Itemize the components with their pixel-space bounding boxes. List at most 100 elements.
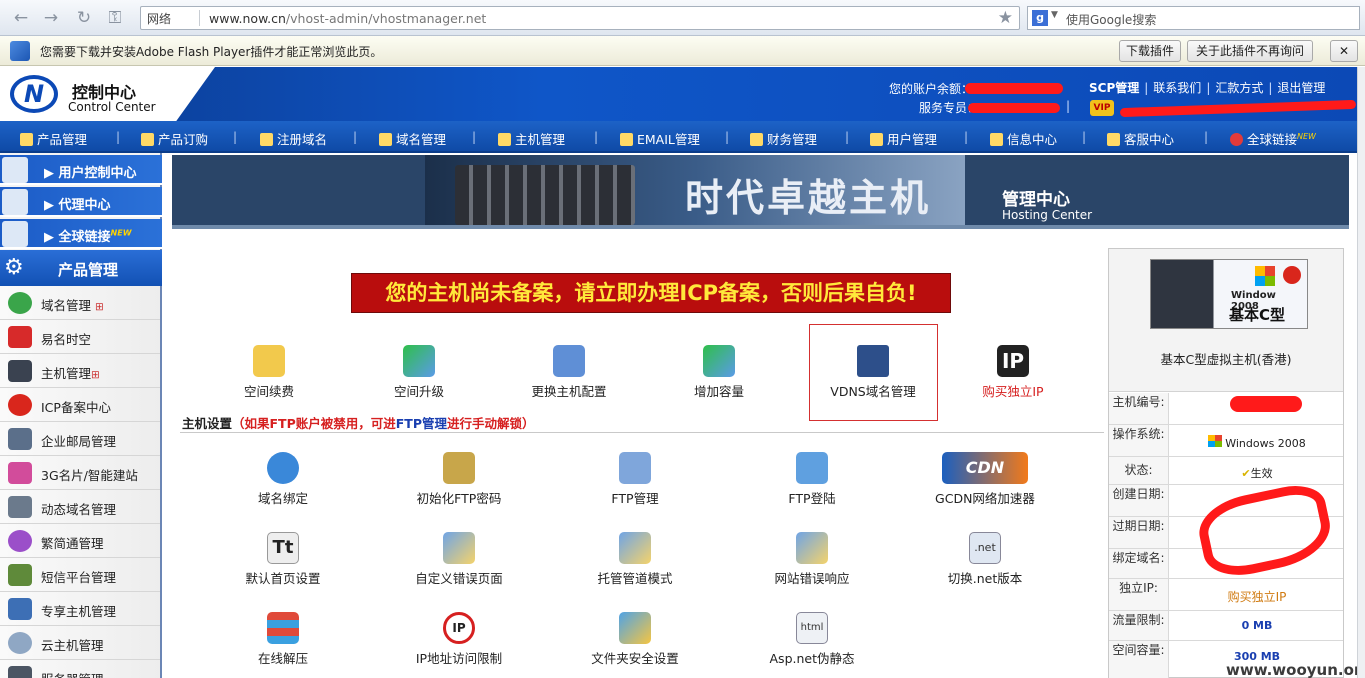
sidebar-global-links[interactable]: ▶ 全球链接NEW xyxy=(0,219,162,249)
add-capacity-button[interactable]: 增加容量 xyxy=(654,345,784,400)
separator: | xyxy=(1204,130,1209,144)
download-plugin-button[interactable]: 下载插件 xyxy=(1119,40,1181,62)
balance-label: 您的账户余额： xyxy=(889,82,974,96)
ip-restrict-button[interactable]: IP IP地址访问限制 xyxy=(394,612,524,667)
default-page-button[interactable]: Tt 默认首页设置 xyxy=(218,532,348,587)
change-config-button[interactable]: 更换主机配置 xyxy=(504,345,634,400)
nav-info-center[interactable]: 信息中心 xyxy=(990,129,1057,148)
cdn-icon: CDN xyxy=(942,452,1028,484)
network-icon xyxy=(8,496,32,518)
nav-register-domain[interactable]: 注册域名 xyxy=(260,129,327,148)
logo-icon: N xyxy=(10,75,58,113)
search-box[interactable]: g ▼ 使用Google搜索 xyxy=(1027,6,1360,30)
separator: | xyxy=(964,130,969,144)
sidebar-item-ddns[interactable]: 动态域名管理 xyxy=(0,490,160,524)
search-input[interactable]: 使用Google搜索 xyxy=(1066,11,1156,28)
nav-product-order[interactable]: 产品订购 xyxy=(141,129,208,148)
reload-icon[interactable]: ↻ xyxy=(73,7,95,29)
banner-base xyxy=(172,225,1349,229)
new-badge: NEW xyxy=(1297,131,1316,141)
nav-finance-manage[interactable]: 财务管理 xyxy=(750,129,817,148)
sidebar-item-fanjian[interactable]: 繁简通管理 xyxy=(0,524,160,558)
vdns-manage-button[interactable]: VDNS域名管理 xyxy=(808,345,938,400)
upgrade-space-button[interactable]: 空间升级 xyxy=(354,345,484,400)
ftp-manage-button[interactable]: FTP管理 xyxy=(570,452,700,507)
star-icon[interactable]: ★ xyxy=(998,8,1013,28)
status-value: 生效 xyxy=(1250,467,1273,480)
scrollbar[interactable] xyxy=(1357,67,1365,678)
nav-product-manage[interactable]: 产品管理 xyxy=(20,129,87,148)
sidebar-item-host[interactable]: 主机管理⊞ xyxy=(0,354,160,388)
sidebar-item-dedicated[interactable]: 专享主机管理 xyxy=(0,592,160,626)
dropdown-icon[interactable]: ▼ xyxy=(1051,10,1058,20)
remit-link[interactable]: 汇款方式 xyxy=(1215,81,1263,95)
user-icon xyxy=(2,157,28,183)
action-label: 购买独立IP xyxy=(982,384,1044,399)
custom-error-page-button[interactable]: 自定义错误页面 xyxy=(394,532,524,587)
emblem-icon xyxy=(8,394,32,416)
ftp-login-button[interactable]: FTP登陆 xyxy=(747,452,877,507)
badge-type: 基本C型 xyxy=(1229,306,1286,324)
close-icon[interactable]: ✕ xyxy=(1330,40,1358,62)
globe-icon xyxy=(8,292,32,314)
icp-warning: 您的主机尚未备案，请立即办理ICP备案，否则后果自负! xyxy=(351,273,951,313)
host-icon xyxy=(8,598,32,620)
info-key: 创建日期: xyxy=(1109,485,1169,516)
plugin-message: 您需要下载并安装Adobe Flash Player插件才能正常浏览此页。 xyxy=(40,45,383,59)
sidebar-item-label: ICP备案中心 xyxy=(41,400,111,415)
back-icon[interactable]: ← xyxy=(10,7,32,29)
nav-host-manage[interactable]: 主机管理 xyxy=(498,129,565,148)
card-icon xyxy=(8,462,32,484)
nav-email-manage[interactable]: EMAIL管理 xyxy=(620,129,700,148)
cart-icon xyxy=(141,133,154,146)
folder-lock-icon xyxy=(619,612,651,644)
online-unzip-button[interactable]: 在线解压 xyxy=(218,612,348,667)
sidebar-item-3g[interactable]: 3G名片/智能建站 xyxy=(0,456,160,490)
scp-link[interactable]: SCP管理 xyxy=(1089,81,1139,95)
dismiss-plugin-button[interactable]: 关于此插件不再询问 xyxy=(1187,40,1313,62)
logout-link[interactable]: 退出管理 xyxy=(1277,81,1325,95)
pipeline-mode-button[interactable]: 托管管道模式 xyxy=(570,532,700,587)
mail-icon xyxy=(620,133,633,146)
buy-ip-button[interactable]: IP 购买独立IP xyxy=(948,345,1078,400)
list-icon xyxy=(20,133,33,146)
url-rewrite-button[interactable]: html Asp.net伪静态 xyxy=(747,612,877,667)
sidebar-user-center[interactable]: ▶ 用户控制中心 xyxy=(0,155,162,185)
sidebar-item-yiming[interactable]: 易名时空 xyxy=(0,320,160,354)
action-label: 空间续费 xyxy=(243,384,294,399)
contact-link[interactable]: 联系我们 xyxy=(1153,81,1201,95)
product-name: 基本C型虚拟主机(香港) xyxy=(1160,352,1292,367)
sidebar-item-mail[interactable]: 企业邮局管理 xyxy=(0,422,160,456)
ftp-manage-link[interactable]: FTP管理 xyxy=(396,416,447,431)
nav-user-manage[interactable]: 用户管理 xyxy=(870,129,937,148)
google-icon[interactable]: g xyxy=(1032,10,1048,26)
sidebar-item-sms[interactable]: 短信平台管理 xyxy=(0,558,160,592)
nav-domain-manage[interactable]: 域名管理 xyxy=(379,129,446,148)
error-response-button[interactable]: 网站错误响应 xyxy=(747,532,877,587)
sidebar-label-text: 代理中心 xyxy=(58,198,111,213)
setting-label: 初始化FTP密码 xyxy=(416,491,502,506)
edit-icon xyxy=(796,532,828,564)
phone-icon xyxy=(8,564,32,586)
sidebar-item-server[interactable]: 服务器管理 xyxy=(0,660,160,678)
net-version-button[interactable]: .net 切换.net版本 xyxy=(925,532,1045,587)
init-ftp-password-button[interactable]: 初始化FTP密码 xyxy=(394,452,524,507)
renew-space-button[interactable]: 空间续费 xyxy=(204,345,334,400)
buy-ip-link[interactable]: 购买独立IP xyxy=(1171,588,1343,605)
folder-security-button[interactable]: 文件夹安全设置 xyxy=(570,612,700,667)
expand-icon[interactable]: ⊞ xyxy=(91,369,100,381)
expand-icon[interactable]: ⊞ xyxy=(95,301,104,313)
sidebar-agent-center[interactable]: ▶ 代理中心 xyxy=(0,187,162,217)
address-bar[interactable]: 网络 www.now.cn/vhost-admin/vhostmanager.n… xyxy=(140,6,1020,30)
gcdn-button[interactable]: CDN GCDN网络加速器 xyxy=(925,452,1045,507)
domain-bind-button[interactable]: 域名绑定 xyxy=(218,452,348,507)
sidebar-item-domain[interactable]: 域名管理 ⊞ xyxy=(0,286,160,320)
windows-icon xyxy=(1255,266,1275,286)
nav-global-links[interactable]: 全球链接NEW xyxy=(1230,129,1316,148)
key-icon[interactable]: ⚿ xyxy=(104,7,126,29)
sidebar-item-icp[interactable]: ICP备案中心 xyxy=(0,388,160,422)
header-subtitle: Control Center xyxy=(68,100,156,114)
nav-support-center[interactable]: 客服中心 xyxy=(1107,129,1174,148)
sidebar-item-cloud[interactable]: 云主机管理 xyxy=(0,626,160,660)
forward-icon[interactable]: → xyxy=(40,7,62,29)
